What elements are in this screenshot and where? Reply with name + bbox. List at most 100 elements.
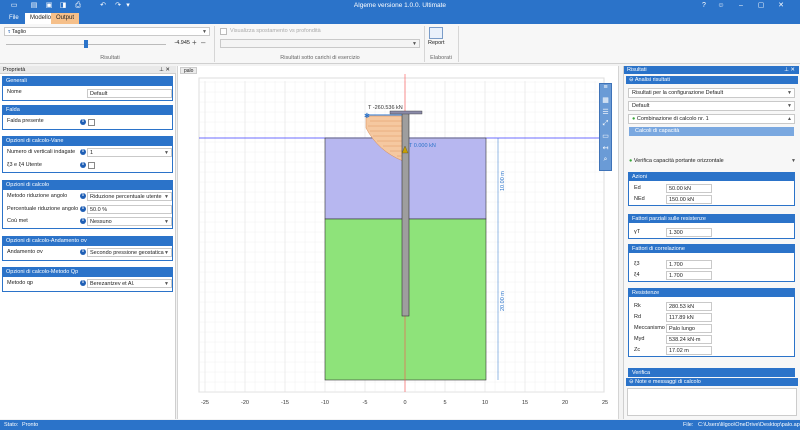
redo-dropdown-icon[interactable]: ▾ <box>123 1 133 11</box>
analysis-header[interactable]: ⊖ Analisi risultati <box>626 76 798 84</box>
notes-header[interactable]: ⊖ Note e messaggi di calcolo <box>626 378 798 386</box>
pile-head-plate <box>389 110 423 115</box>
verticals-count-select[interactable]: 1 ▼ <box>87 148 172 157</box>
water-table-checkbox[interactable] <box>88 119 95 126</box>
table-icon[interactable]: ▦ <box>600 96 611 108</box>
new-icon[interactable]: ▭ <box>9 1 19 11</box>
redo-icon[interactable]: ↷ <box>113 1 123 11</box>
group-label-results: Risultati <box>100 55 120 61</box>
info-icon[interactable]: i <box>80 206 86 212</box>
zc-field: 17.02 m <box>666 346 712 355</box>
value-slider-thumb[interactable] <box>84 40 88 48</box>
section-sigma-options: Opzioni di calcolo-Andamento σv Andament… <box>2 236 173 261</box>
angle-reduction-method-select[interactable]: Riduzione percentuale utente ▼ <box>87 192 172 201</box>
close-icon[interactable]: ⊥ ✕ <box>784 66 795 74</box>
section-qp-options: Opzioni di calcolo-Metodo Qp Metodo qp i… <box>2 267 173 292</box>
analysis-header-label: Analisi risultati <box>634 77 670 83</box>
ned-field: 150.00 kN <box>666 195 712 204</box>
ribbon-separator <box>214 26 215 62</box>
info-icon[interactable]: i <box>80 149 86 155</box>
chevron-down-icon: ▼ <box>787 103 792 109</box>
displacement-checkbox[interactable] <box>220 28 227 35</box>
list-icon[interactable]: ☰ <box>600 108 611 120</box>
name-field[interactable]: Default <box>87 89 172 98</box>
x-axis-ticks: -25 -20 -15 -10 -5 0 5 10 15 20 25 <box>201 400 608 406</box>
layers-icon[interactable]: ≡ <box>600 84 611 96</box>
chevron-down-icon: ▼ <box>164 219 169 225</box>
point-force-label: T 0.000 kN <box>409 143 436 149</box>
pile-shaft <box>401 112 410 317</box>
maximize-icon[interactable]: ▢ <box>752 0 770 12</box>
ribbon-separator <box>458 26 459 62</box>
combination-select[interactable]: ● Combinazione di calcolo nr. 1 ▲ <box>628 114 795 124</box>
config-select[interactable]: Risultati per la configurazione Default ▼ <box>628 88 795 98</box>
status-bar: Stato: Pronto File: C:\Users\lilgoo\OneD… <box>0 420 800 430</box>
x-tick-label: 0 <box>403 400 406 406</box>
tab-output[interactable]: Output <box>51 13 80 24</box>
status-value: Pronto <box>22 422 39 428</box>
zoom-extents-icon[interactable]: ⤢ <box>600 120 611 132</box>
save-icon[interactable]: ▣ <box>44 1 54 11</box>
row-label: ξ3 e ξ4 Utente <box>7 162 42 168</box>
capacity-calc-item[interactable]: Calcoli di capacità <box>629 127 794 136</box>
row-label: Andamento σv <box>7 249 43 255</box>
close-icon[interactable]: ✕ <box>772 0 790 12</box>
xi-user-checkbox[interactable] <box>88 162 95 169</box>
default-select[interactable]: Default ▼ <box>628 101 795 111</box>
results-panel: Risultati ⊥ ✕ ⊖ Analisi risultati Risult… <box>623 66 800 419</box>
ribbon-tabs: File Modello Output <box>0 12 800 24</box>
frame-icon[interactable]: ▭ <box>600 132 611 144</box>
info-icon[interactable]: i <box>80 280 86 286</box>
chevron-down-icon: ▼ <box>164 281 169 287</box>
section-title: Fattori di correlazione <box>629 245 794 253</box>
save-as-icon[interactable]: ◨ <box>58 1 68 11</box>
plot-area[interactable]: palo ✱ T -260.536 kN T 0.000 kN 10.00 m … <box>177 66 619 419</box>
verify-select[interactable]: ● Verifica capacità portante orizzontale… <box>626 157 798 167</box>
displacement-checkbox-label: Visualizza spostamento vs profondità <box>230 28 321 34</box>
plus-icon[interactable]: + <box>192 38 197 47</box>
row-label: Rk <box>634 303 641 309</box>
section-title: Opzioni di calcolo-Andamento σv <box>3 237 172 246</box>
view-select[interactable]: τ Taglio ▼ <box>4 27 210 36</box>
service-combo-select[interactable]: ▼ <box>220 39 420 48</box>
info-icon[interactable]: i <box>80 162 86 168</box>
qp-method-select[interactable]: Berezantzev et Al. ▼ <box>87 279 172 288</box>
ribbon: τ Taglio ▼ -4.945 + – Risultati Visualizz… <box>0 24 800 64</box>
ed-field: 50.00 kN <box>666 184 712 193</box>
default-select-value: Default <box>632 103 650 109</box>
section-water-table: Falda Falda presente i <box>2 105 173 130</box>
print-icon[interactable]: ⎙ <box>73 1 83 11</box>
section-title: Verifica <box>629 369 794 377</box>
sigma-trend-select[interactable]: Secondo pressione geostatica ▼ <box>87 248 172 257</box>
chevron-down-icon: ▼ <box>164 194 169 200</box>
window-title: Algeme versione 1.0.0. Ultimate <box>353 2 447 9</box>
section-resistances: Resistenze Rk 280.53 kN Rd 117.89 kN Mecca… <box>628 288 795 357</box>
x-tick-label: -25 <box>201 400 209 406</box>
help-icon[interactable]: ? <box>695 0 713 12</box>
angle-reduction-percent-field[interactable]: 50.0 % <box>87 205 172 214</box>
section-correlation-factors: Fattori di correlazione ξ3 1.700 ξ4 1.700 <box>628 244 795 282</box>
myd-field: 538.24 kN·m <box>666 335 712 344</box>
tab-file[interactable]: File <box>4 13 24 24</box>
pin-icon[interactable]: ⊥ ✕ <box>159 66 170 74</box>
measure-icon[interactable]: ↤ <box>600 144 611 156</box>
info-icon[interactable]: i <box>80 193 86 199</box>
info-icon[interactable]: i <box>80 119 86 125</box>
section-title: Opzioni di calcolo-Metodo Qp <box>3 268 172 277</box>
gamma-t-field: 1.300 <box>666 228 712 237</box>
minimize-icon[interactable]: – <box>732 0 750 12</box>
undo-icon[interactable]: ↶ <box>98 1 108 11</box>
search-icon[interactable]: ⌕ <box>600 156 611 168</box>
report-icon[interactable] <box>429 27 443 39</box>
minus-icon[interactable]: – <box>201 38 205 47</box>
chevron-down-icon: ▼ <box>787 90 792 96</box>
account-icon[interactable]: ☺ <box>712 0 730 12</box>
coefficient-method-select[interactable]: Nessuno ▼ <box>87 217 172 226</box>
info-icon[interactable]: i <box>80 218 86 224</box>
row-label: Numero di verticali indagate <box>7 149 76 155</box>
info-icon[interactable]: i <box>80 249 86 255</box>
section-title: Falda <box>3 106 172 115</box>
file-label: File: <box>683 422 694 428</box>
report-button-label[interactable]: Report <box>428 40 445 46</box>
open-icon[interactable]: ▤ <box>29 1 39 11</box>
